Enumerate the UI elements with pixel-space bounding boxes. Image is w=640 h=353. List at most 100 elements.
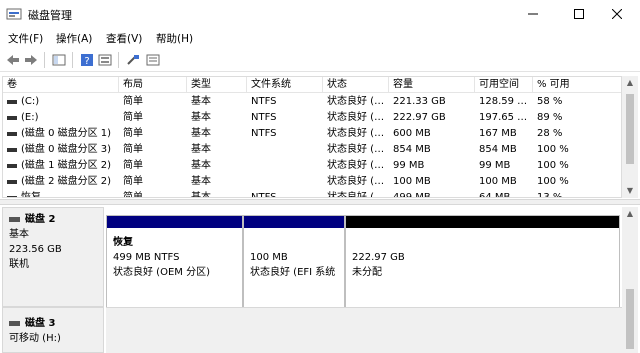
menu-action[interactable]: 操作(A) [56, 31, 92, 46]
title-bar: 磁盘管理 [0, 0, 640, 28]
disk-icon [9, 217, 20, 222]
pane-splitter[interactable] [0, 199, 640, 205]
volume-icon [7, 180, 17, 184]
volume-row[interactable]: (磁盘 1 磁盘分区 2) 简单 基本 状态良好 (… 99 MB 99 MB … [3, 158, 621, 174]
console-tree-icon[interactable] [52, 53, 66, 67]
volume-type: 基本 [191, 112, 211, 123]
partition-size: 499 MB NTFS [113, 252, 180, 263]
partition-size: 100 MB [250, 252, 288, 263]
volume-type: 基本 [191, 128, 211, 139]
volume-status: 状态良好 (… [327, 160, 385, 171]
volume-layout: 简单 [123, 144, 143, 155]
disk-2-name: 磁盘 2 [9, 212, 97, 227]
volume-capacity: 600 MB [393, 128, 431, 139]
connect-icon[interactable] [126, 53, 140, 67]
volume-filesystem: NTFS [251, 128, 277, 139]
menu-help[interactable]: 帮助(H) [156, 31, 193, 46]
volume-row[interactable]: (磁盘 2 磁盘分区 2) 简单 基本 状态良好 (… 100 MB 100 M… [3, 174, 621, 190]
scrollbar-thumb[interactable] [626, 289, 634, 349]
volume-capacity: 499 MB [393, 192, 431, 198]
volume-percent-free: 89 % [537, 112, 563, 123]
volume-type: 基本 [191, 144, 211, 155]
partition-status: 状态良好 (OEM 分区) [113, 267, 210, 278]
volume-free-space: 64 MB [479, 192, 511, 198]
volume-free-space: 167 MB [479, 128, 517, 139]
volume-icon [7, 148, 17, 152]
column-header-volume[interactable]: 卷 [3, 77, 119, 93]
volume-layout: 简单 [123, 128, 143, 139]
volume-status: 状态良好 (… [327, 144, 385, 155]
partition-bar [244, 216, 344, 228]
help-icon[interactable]: ? [80, 53, 94, 67]
scroll-up-icon[interactable]: ▲ [622, 207, 638, 221]
scrollbar-thumb[interactable] [626, 94, 634, 164]
scroll-up-icon[interactable]: ▲ [622, 76, 638, 90]
volume-filesystem: NTFS [251, 112, 277, 123]
disk-2-size: 223.56 GB [9, 244, 62, 255]
volume-status: 状态良好 (… [327, 128, 385, 139]
volume-percent-free: 100 % [537, 176, 569, 187]
partition-recovery[interactable]: 恢复 499 MB NTFS 状态良好 (OEM 分区) [106, 215, 243, 311]
column-header-capacity[interactable]: 容量 [389, 77, 475, 93]
volume-status: 状态良好 (… [327, 192, 385, 198]
volume-type: 基本 [191, 192, 211, 198]
volume-type: 基本 [191, 96, 211, 107]
column-header-layout[interactable]: 布局 [119, 77, 187, 93]
menu-view[interactable]: 查看(V) [106, 31, 142, 46]
volume-filesystem: NTFS [251, 192, 277, 198]
partition-efi[interactable]: 100 MB 状态良好 (EFI 系统 [243, 215, 345, 311]
volume-filesystem [247, 142, 323, 158]
volume-icon [7, 132, 17, 136]
volume-layout: 简单 [123, 176, 143, 187]
partition-status: 状态良好 (EFI 系统 [250, 267, 336, 278]
volume-capacity: 221.33 GB [393, 96, 446, 107]
partition-bar [346, 216, 619, 228]
column-header-free-space[interactable]: 可用空间 [475, 77, 533, 93]
forward-arrow-icon[interactable] [24, 53, 38, 67]
volume-free-space: 99 MB [479, 160, 511, 171]
disk-2-label[interactable]: 磁盘 2 基本 223.56 GB 联机 [2, 207, 104, 307]
view-icon[interactable] [146, 53, 160, 67]
back-arrow-icon[interactable] [6, 53, 20, 67]
properties-icon[interactable] [98, 53, 112, 67]
disk-graphical-view: 磁盘 2 基本 223.56 GB 联机 恢复 499 MB NTFS 状态良好… [2, 207, 622, 353]
volume-list-scrollbar[interactable]: ▲ ▼ [622, 76, 638, 198]
close-button[interactable] [594, 0, 640, 28]
svg-text:?: ? [84, 56, 89, 67]
column-header-status[interactable]: 状态 [323, 77, 389, 93]
disk-3-area [106, 307, 622, 353]
volume-row[interactable]: (磁盘 0 磁盘分区 3) 简单 基本 状态良好 (… 854 MB 854 M… [3, 142, 621, 158]
menu-file[interactable]: 文件(F) [8, 31, 43, 46]
maximize-icon [574, 9, 584, 19]
volume-name: (磁盘 0 磁盘分区 3) [21, 144, 112, 155]
volume-icon [7, 116, 17, 120]
close-icon [612, 9, 622, 19]
volume-filesystem [247, 158, 323, 174]
column-header-type[interactable]: 类型 [187, 77, 247, 93]
window-title: 磁盘管理 [28, 9, 72, 22]
partition-title: 恢复 [113, 237, 133, 248]
toolbar-separator [72, 52, 73, 68]
column-header-percent-free[interactable]: % 可用 [533, 77, 621, 93]
disk-2-state: 联机 [9, 259, 29, 270]
volume-free-space: 128.59 … [479, 96, 528, 107]
partition-size: 222.97 GB [352, 252, 405, 263]
column-header-filesystem[interactable]: 文件系统 [247, 77, 323, 93]
volume-row[interactable]: 恢复 简单 基本 NTFS 状态良好 (… 499 MB 64 MB 13 % [3, 190, 621, 198]
disk-3-type: 可移动 (H:) [9, 333, 61, 344]
scroll-down-icon[interactable]: ▼ [622, 184, 638, 198]
partition-unallocated[interactable]: 222.97 GB 未分配 [345, 215, 620, 311]
volume-layout: 简单 [123, 112, 143, 123]
volume-name: (磁盘 0 磁盘分区 1) [21, 128, 112, 139]
volume-status: 状态良好 (… [327, 96, 385, 107]
volume-status: 状态良好 (… [327, 112, 385, 123]
minimize-button[interactable] [510, 0, 556, 28]
volume-capacity: 854 MB [393, 144, 431, 155]
volume-row[interactable]: (磁盘 0 磁盘分区 1) 简单 基本 NTFS 状态良好 (… 600 MB … [3, 126, 621, 142]
disk-view-scrollbar[interactable]: ▲ [622, 207, 638, 353]
disk-2-type: 基本 [9, 229, 29, 240]
volume-row[interactable]: (E:) 简单 基本 NTFS 状态良好 (… 222.97 GB 197.65… [3, 110, 621, 126]
disk-3-label[interactable]: 磁盘 3 可移动 (H:) [2, 307, 104, 353]
toolbar: ? [0, 48, 640, 72]
volume-row[interactable]: (C:) 简单 基本 NTFS 状态良好 (… 221.33 GB 128.59… [3, 94, 621, 110]
